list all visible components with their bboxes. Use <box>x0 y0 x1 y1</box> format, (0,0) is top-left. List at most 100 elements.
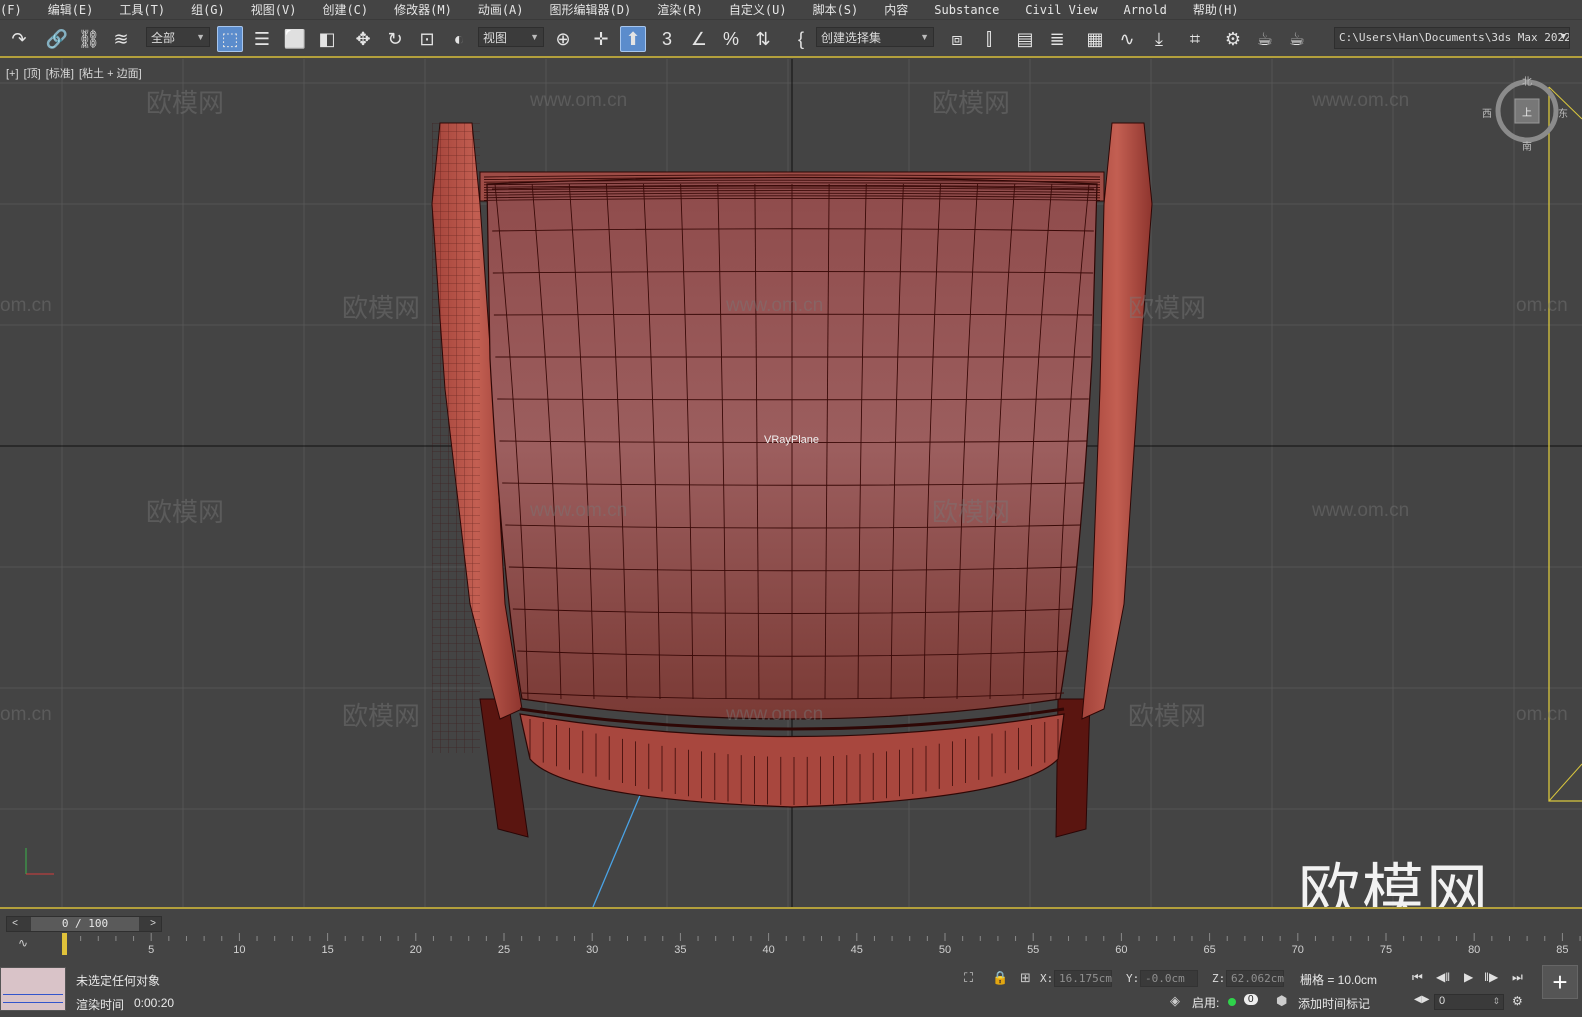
viewport-top[interactable]: [+] [顶] [标准] [粘土 + 边面] 欧模网 欧模网 欧模网 欧模网 欧模网 欧模… <box>0 59 1582 907</box>
undo-icon[interactable]: ↷ <box>6 26 32 52</box>
align-icon[interactable]: ⫿ <box>976 26 1002 52</box>
menu-item-5[interactable]: 创建(C) <box>309 1 381 18</box>
snaps-toggle-icon[interactable]: 3 <box>654 26 680 52</box>
selection-filter-dropdown[interactable]: 全部 ▼ <box>146 27 210 47</box>
rendered-frame-window-icon[interactable]: ☕ <box>1252 26 1278 52</box>
x-coordinate-field[interactable]: 16.175cm <box>1054 970 1112 987</box>
chair-model <box>431 122 1153 838</box>
menu-item-2[interactable]: 工具(T) <box>106 1 178 18</box>
pivot-center-icon[interactable]: ⊕ <box>550 26 576 52</box>
curve-editor-icon[interactable]: ∿ <box>1114 26 1140 52</box>
menu-item-6[interactable]: 修改器(M) <box>381 1 465 18</box>
current-frame-field[interactable]: 0 ⇕ <box>1434 994 1504 1010</box>
window-crossing-icon[interactable]: ◧ <box>314 26 340 52</box>
menu-item-4[interactable]: 视图(V) <box>238 1 310 18</box>
unlink-icon[interactable]: ⛓ <box>76 26 102 52</box>
link-icon[interactable]: 🔗 <box>44 26 70 52</box>
watermark-url-partial: om.cn <box>1516 704 1568 725</box>
go-to-start-icon[interactable]: ⏮ <box>1412 970 1423 985</box>
rotate-icon[interactable]: ↻ <box>382 26 408 52</box>
go-to-end-icon[interactable]: ⏭ <box>1512 970 1523 985</box>
y-coordinate-field[interactable]: -0.0cm <box>1140 970 1198 987</box>
time-tag-icon[interactable]: ⬢ <box>1276 993 1287 1009</box>
next-frame-icon[interactable]: > <box>145 917 161 931</box>
play-icon[interactable]: ▶ <box>1464 970 1473 984</box>
menu-item-15[interactable]: Arnold <box>1111 3 1180 17</box>
viewport-visual-style[interactable]: [标准] <box>46 68 74 80</box>
toggle-ribbon-icon[interactable]: ≣ <box>1044 26 1070 52</box>
mini-curve-editor-icon[interactable]: ∿ <box>18 936 28 950</box>
menu-item-12[interactable]: 内容 <box>871 1 921 18</box>
dope-sheet-icon[interactable]: ⤓ <box>1146 26 1172 52</box>
bind-space-warp-icon[interactable]: ≋ <box>108 26 134 52</box>
viewcube-north: 北 <box>1522 77 1532 88</box>
add-panel-button[interactable]: + <box>1542 965 1578 999</box>
rectangular-selection-icon[interactable]: ⬜ <box>282 26 308 52</box>
watermark-url: www.om.cn <box>726 704 824 725</box>
menu-item-8[interactable]: 图形编辑器(D) <box>537 1 645 18</box>
ruler-label: 45 <box>851 944 863 955</box>
menu-item-7[interactable]: 动画(A) <box>465 1 537 18</box>
lock-selection-icon[interactable]: 🔒 <box>992 970 1008 986</box>
render-production-icon[interactable]: ☕ <box>1284 26 1310 52</box>
viewport-shading-mode[interactable]: [粘土 + 边面] <box>79 68 142 80</box>
percent-snap-icon[interactable]: % <box>718 26 744 52</box>
menu-item-14[interactable]: Civil View <box>1012 3 1110 17</box>
adaptive-degradation-icon[interactable]: ◈ <box>1170 993 1180 1009</box>
previous-key-icon[interactable]: ◀‖ <box>1436 970 1450 984</box>
selection-filter-value: 全部 <box>151 30 176 45</box>
select-object-icon[interactable]: ⬚ <box>217 26 243 52</box>
render-setup-icon[interactable]: ⚙ <box>1220 26 1246 52</box>
previous-frame-icon[interactable]: < <box>7 917 23 931</box>
place-icon[interactable]: ◐ <box>446 26 472 52</box>
time-config-icon[interactable]: ⚙ <box>1512 994 1523 1008</box>
edit-named-selection-icon[interactable]: { <box>788 26 814 52</box>
render-time-value: 0:00:20 <box>134 996 175 1010</box>
keyboard-shortcut-override-icon[interactable]: ⬆ <box>620 26 646 52</box>
camera-frame <box>1548 87 1582 802</box>
time-slider[interactable]: < 0 / 100 > <box>6 916 162 932</box>
frame-display[interactable]: 0 / 100 <box>31 917 139 931</box>
absolute-mode-icon[interactable]: ⊞ <box>1020 970 1031 986</box>
spinner-snap-icon[interactable]: ⇅ <box>750 26 776 52</box>
viewcube[interactable]: 北 西 东 南 上 <box>1482 75 1568 153</box>
menu-item-13[interactable]: Substance <box>921 3 1012 17</box>
angle-snap-icon[interactable]: ∠ <box>686 26 712 52</box>
viewport-label[interactable]: [+] [顶] [标准] [粘土 + 边面] <box>6 65 144 81</box>
menu-item-11[interactable]: 脚本(S) <box>800 1 872 18</box>
menu-item-1[interactable]: 编辑(E) <box>35 1 107 18</box>
scene-explorer-icon[interactable]: ▦ <box>1082 26 1108 52</box>
select-manipulate-icon[interactable]: ✛ <box>588 26 614 52</box>
menu-item-10[interactable]: 自定义(U) <box>716 1 800 18</box>
viewcube-east: 东 <box>1558 109 1568 120</box>
chevron-down-icon: ▼ <box>920 32 929 42</box>
next-key-icon[interactable]: ‖▶ <box>1484 970 1498 984</box>
menu-item-0[interactable]: (F) <box>0 3 35 17</box>
viewport-view-name[interactable]: [顶] <box>24 68 41 80</box>
watermark-text: 欧模网 <box>1128 294 1207 324</box>
mirror-icon[interactable]: ⧈ <box>944 26 970 52</box>
schematic-view-icon[interactable]: ⌗ <box>1182 26 1208 52</box>
layer-explorer-icon[interactable]: ▤ <box>1012 26 1038 52</box>
maxscript-listener[interactable] <box>0 967 66 1011</box>
ruler-label: 85 <box>1556 944 1568 955</box>
move-icon[interactable]: ✥ <box>350 26 376 52</box>
select-by-name-icon[interactable]: ☰ <box>249 26 275 52</box>
z-label: Z: <box>1212 972 1226 985</box>
menu-item-16[interactable]: 帮助(H) <box>1180 1 1252 18</box>
add-time-tag-link[interactable]: 添加时间标记 <box>1298 995 1370 1012</box>
scale-icon[interactable]: ⊡ <box>414 26 440 52</box>
viewport-menu-plus[interactable]: [+] <box>6 68 19 80</box>
z-coordinate-field[interactable]: 62.062cm <box>1226 970 1284 987</box>
named-selection-dropdown[interactable]: 创建选择集 ▼ <box>816 27 934 47</box>
ruler-label: 70 <box>1292 944 1304 955</box>
menu-item-3[interactable]: 组(G) <box>178 1 238 18</box>
key-mode-icon[interactable]: ◀▶ <box>1414 994 1429 1005</box>
viewcube-west: 西 <box>1482 109 1492 120</box>
isolate-selection-icon[interactable]: ⛶ <box>964 970 973 986</box>
menu-item-9[interactable]: 渲染(R) <box>644 1 716 18</box>
timeline-ruler[interactable]: 0510152025303540455055606570758085 <box>62 933 1582 955</box>
x-label: X: <box>1040 972 1054 985</box>
project-path-field[interactable]: C:\Users\Han\Documents\3ds Max 2022 ▼ <box>1334 27 1570 49</box>
reference-coordinate-dropdown[interactable]: 视图 ▼ <box>478 27 544 47</box>
